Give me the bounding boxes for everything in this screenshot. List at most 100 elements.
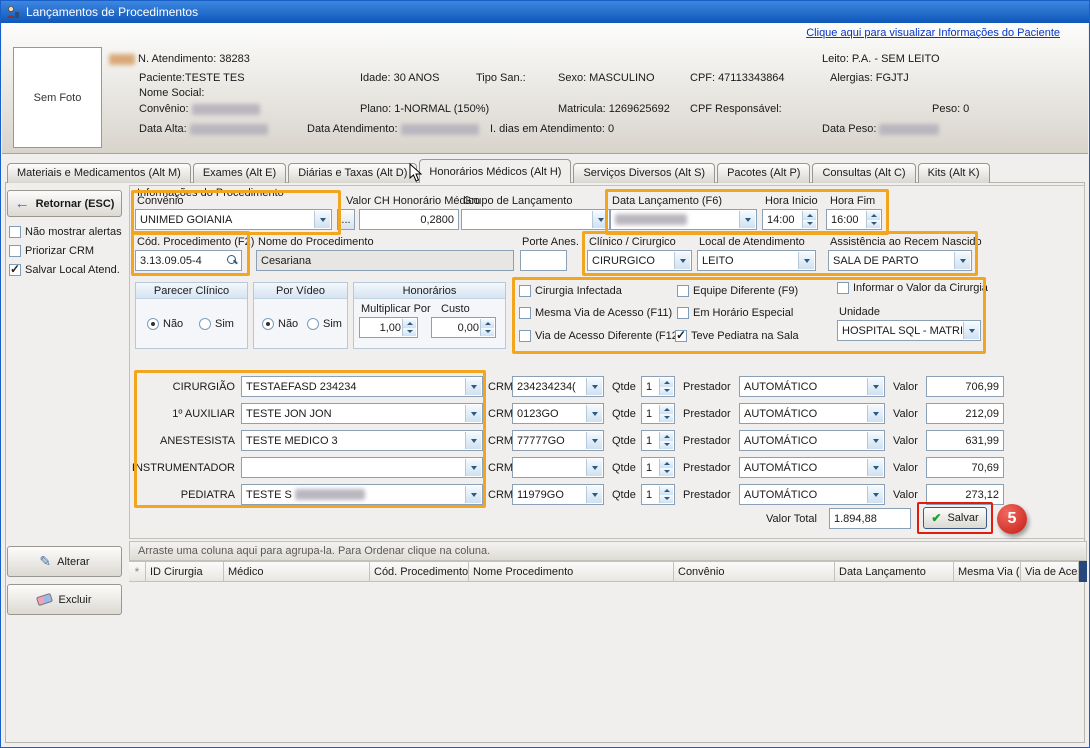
column-header-nome-procedimento[interactable]: Nome Procedimento — [469, 561, 674, 582]
cb-teve-pediatra[interactable]: Teve Pediatra na Sala — [675, 330, 799, 342]
doctor-crm-select[interactable]: 0123GO — [512, 403, 604, 424]
doctor-crm-select[interactable]: 77777GO — [512, 430, 604, 451]
tab-pacotes[interactable]: Pacotes (Alt P) — [717, 163, 810, 183]
chevron-down-icon[interactable] — [798, 252, 814, 269]
cb-cirurgia-infectada[interactable]: Cirurgia Infectada — [519, 285, 622, 297]
doctor-valor-input[interactable]: 273,12 — [926, 484, 1004, 505]
doctor-name-select[interactable]: TESTAEFASD 234234 — [241, 376, 483, 397]
chevron-down-icon[interactable] — [867, 405, 883, 422]
cb-mesma-via-acesso[interactable]: Mesma Via de Acesso (F11) — [519, 307, 672, 319]
spinner-buttons[interactable] — [480, 319, 494, 336]
data-lancamento-select[interactable] — [610, 209, 757, 230]
doctor-prestador-select[interactable]: AUTOMÁTICO — [739, 376, 885, 397]
doctor-crm-select[interactable]: 11979GO — [512, 484, 604, 505]
column-header-via-de-acesso[interactable]: Via de Acesso — [1021, 561, 1079, 582]
unidade-select[interactable]: HOSPITAL SQL - MATRIZ — [837, 320, 981, 341]
doctor-crm-select[interactable]: 234234234( — [512, 376, 604, 397]
convenio-select[interactable]: UNIMED GOIANIA — [135, 209, 332, 230]
chevron-down-icon[interactable] — [739, 211, 755, 228]
column-header-id-cirurgia[interactable]: ID Cirurgia — [146, 561, 224, 582]
radio-video-nao[interactable]: Não — [262, 318, 298, 330]
column-header-convenio[interactable]: Convênio — [674, 561, 835, 582]
doctor-crm-select[interactable] — [512, 457, 604, 478]
tab-servicos[interactable]: Serviços Diversos (Alt S) — [573, 163, 715, 183]
alterar-button[interactable]: ✎ Alterar — [7, 546, 122, 577]
valor-ch-input[interactable]: 0,2800 — [359, 209, 459, 230]
cod-procedimento-input[interactable]: 3.13.09.05-4 — [135, 250, 242, 271]
tab-consultas[interactable]: Consultas (Alt C) — [812, 163, 915, 183]
chevron-down-icon[interactable] — [465, 486, 481, 503]
doctor-qtde-input[interactable]: 1 — [641, 484, 675, 505]
chevron-down-icon[interactable] — [963, 322, 979, 339]
chevron-down-icon[interactable] — [586, 405, 602, 422]
chevron-down-icon[interactable] — [465, 459, 481, 476]
cb-priorizar-crm[interactable]: Priorizar CRM — [9, 245, 94, 257]
browse-button[interactable]: ... — [337, 209, 355, 230]
spinner-buttons[interactable] — [802, 211, 816, 228]
chevron-down-icon[interactable] — [465, 405, 481, 422]
doctor-qtde-input[interactable]: 1 — [641, 457, 675, 478]
chevron-down-icon[interactable] — [954, 252, 970, 269]
porte-anes-input[interactable] — [520, 250, 567, 271]
radio-parecer-sim[interactable]: Sim — [199, 318, 234, 330]
cb-nao-mostrar-alertas[interactable]: Não mostrar alertas — [9, 226, 122, 238]
chevron-down-icon[interactable] — [867, 486, 883, 503]
chevron-down-icon[interactable] — [586, 486, 602, 503]
patient-info-link[interactable]: Clique aqui para visualizar Informações … — [806, 27, 1060, 39]
chevron-down-icon[interactable] — [586, 459, 602, 476]
grid-marker-icon[interactable]: * — [129, 561, 146, 582]
doctor-prestador-select[interactable]: AUTOMÁTICO — [739, 403, 885, 424]
doctor-name-select[interactable]: TESTE MEDICO 3 — [241, 430, 483, 451]
chevron-down-icon[interactable] — [465, 432, 481, 449]
column-header-mesma-via[interactable]: Mesma Via ( — [954, 561, 1021, 582]
doctor-prestador-select[interactable]: AUTOMÁTICO — [739, 430, 885, 451]
local-atendimento-select[interactable]: LEITO — [697, 250, 816, 271]
spinner-buttons[interactable] — [659, 378, 673, 395]
doctor-prestador-select[interactable]: AUTOMÁTICO — [739, 457, 885, 478]
column-header-cod-procedimento[interactable]: Cód. Procedimento — [370, 561, 469, 582]
chevron-down-icon[interactable] — [314, 211, 330, 228]
radio-video-sim[interactable]: Sim — [307, 318, 342, 330]
chevron-down-icon[interactable] — [586, 432, 602, 449]
hora-inicio-input[interactable]: 14:00 — [762, 209, 818, 230]
chevron-down-icon[interactable] — [592, 211, 608, 228]
cb-informar-valor-cirurgia[interactable]: Informar o Valor da Cirurgia — [837, 282, 988, 294]
cb-via-acesso-diferente[interactable]: Via de Acesso Diferente (F12) — [519, 330, 682, 342]
chevron-down-icon[interactable] — [674, 252, 690, 269]
doctor-valor-input[interactable]: 706,99 — [926, 376, 1004, 397]
column-header-data-lancamento[interactable]: Data Lançamento — [835, 561, 954, 582]
chevron-down-icon[interactable] — [465, 378, 481, 395]
spinner-buttons[interactable] — [866, 211, 880, 228]
multiplicar-input[interactable]: 1,00 — [359, 317, 418, 338]
column-header-medico[interactable]: Médico — [224, 561, 370, 582]
chevron-down-icon[interactable] — [867, 459, 883, 476]
doctor-qtde-input[interactable]: 1 — [641, 376, 675, 397]
cb-equipe-diferente[interactable]: Equipe Diferente (F9) — [677, 285, 798, 297]
tab-exames[interactable]: Exames (Alt E) — [193, 163, 286, 183]
tab-honorarios-medicos[interactable]: Honorários Médicos (Alt H) — [419, 159, 571, 183]
chevron-down-icon[interactable] — [867, 432, 883, 449]
assistencia-select[interactable]: SALA DE PARTO — [828, 250, 972, 271]
spinner-buttons[interactable] — [659, 459, 673, 476]
doctor-valor-input[interactable]: 212,09 — [926, 403, 1004, 424]
spinner-buttons[interactable] — [659, 432, 673, 449]
doctor-valor-input[interactable]: 631,99 — [926, 430, 1004, 451]
chevron-down-icon[interactable] — [586, 378, 602, 395]
cb-salvar-local-atend[interactable]: Salvar Local Atend. — [9, 264, 120, 276]
doctor-valor-input[interactable]: 70,69 — [926, 457, 1004, 478]
tab-kits[interactable]: Kits (Alt K) — [918, 163, 990, 183]
custo-input[interactable]: 0,00 — [431, 317, 496, 338]
retornar-button[interactable]: ← Retornar (ESC) — [7, 190, 122, 217]
spinner-buttons[interactable] — [659, 405, 673, 422]
radio-parecer-nao[interactable]: Não — [147, 318, 183, 330]
search-icon[interactable] — [227, 255, 238, 266]
tab-materiais[interactable]: Materiais e Medicamentos (Alt M) — [7, 163, 191, 183]
hora-fim-input[interactable]: 16:00 — [826, 209, 882, 230]
grupo-lancamento-select[interactable] — [461, 209, 610, 230]
spinner-buttons[interactable] — [659, 486, 673, 503]
doctor-prestador-select[interactable]: AUTOMÁTICO — [739, 484, 885, 505]
spinner-buttons[interactable] — [402, 319, 416, 336]
doctor-name-select[interactable]: TESTE JON JON — [241, 403, 483, 424]
doctor-qtde-input[interactable]: 1 — [641, 430, 675, 451]
doctor-name-select[interactable]: TESTE S — [241, 484, 483, 505]
